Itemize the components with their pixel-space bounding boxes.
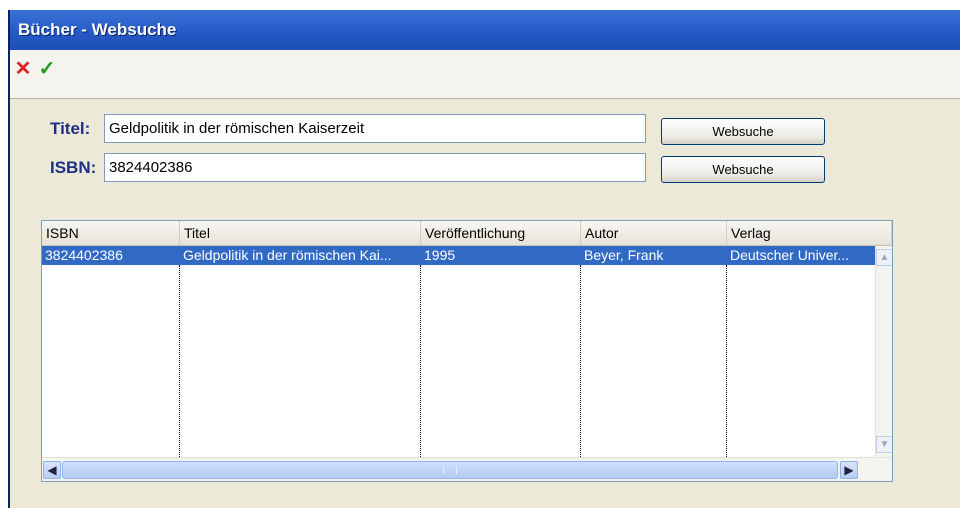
horizontal-scroll-thumb[interactable] — [62, 461, 838, 479]
scroll-right-icon[interactable]: ▶ — [840, 461, 858, 479]
table-row[interactable]: 3824402386 Geldpolitik in der römischen … — [42, 246, 875, 265]
cell-veroeffentlichung: 1995 — [424, 247, 456, 263]
window-title: Bücher - Websuche — [18, 20, 177, 39]
check-icon[interactable]: ✓ — [36, 58, 58, 80]
column-divider — [420, 265, 421, 457]
websearch-isbn-button[interactable]: Websuche — [661, 156, 825, 183]
column-header-titel[interactable]: Titel — [180, 221, 421, 245]
results-table[interactable]: ISBN Titel Veröffentlichung Autor Verlag… — [41, 220, 893, 482]
title-input[interactable]: Geldpolitik in der römischen Kaiserzeit — [104, 114, 646, 143]
toolbar: ✕ ✓ — [10, 50, 960, 99]
cell-verlag: Deutscher Univer... — [730, 247, 850, 263]
scroll-up-icon[interactable]: ▲ — [876, 249, 892, 266]
vertical-scrollbar[interactable]: ▲ ▼ — [875, 246, 892, 457]
cell-autor: Beyer, Frank — [584, 247, 664, 263]
title-label: Titel: — [50, 119, 91, 138]
column-header-verlag[interactable]: Verlag — [727, 221, 892, 245]
close-icon[interactable]: ✕ — [12, 58, 34, 80]
isbn-input[interactable]: 3824402386 — [104, 153, 646, 182]
cell-isbn: 3824402386 — [45, 247, 123, 263]
column-header-veroeffentlichung[interactable]: Veröffentlichung — [421, 221, 581, 245]
websearch-title-button[interactable]: Websuche — [661, 118, 825, 145]
column-divider — [179, 265, 180, 457]
book-websearch-window: Bücher - Websuche ✕ ✓ Titel: Geldpolitik… — [8, 10, 960, 508]
horizontal-scrollbar[interactable]: ◀ ▶ — [42, 457, 892, 481]
cell-titel: Geldpolitik in der römischen Kai... — [183, 247, 392, 263]
title-bar: Bücher - Websuche — [10, 10, 960, 50]
column-divider — [580, 265, 581, 457]
scroll-left-icon[interactable]: ◀ — [43, 461, 61, 479]
table-header: ISBN Titel Veröffentlichung Autor Verlag — [42, 221, 892, 246]
grip-icon — [443, 466, 457, 474]
isbn-label: ISBN: — [50, 158, 97, 177]
column-header-autor[interactable]: Autor — [581, 221, 727, 245]
column-divider — [726, 265, 727, 457]
scroll-down-icon[interactable]: ▼ — [876, 436, 892, 453]
column-header-isbn[interactable]: ISBN — [42, 221, 180, 245]
